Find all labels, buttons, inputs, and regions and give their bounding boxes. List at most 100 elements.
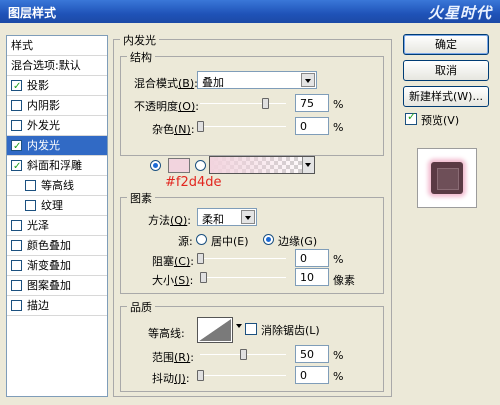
size-input[interactable]: 10 — [295, 268, 329, 286]
style-item-drop-shadow[interactable]: 投影 — [7, 76, 107, 96]
noise-unit: % — [333, 121, 344, 134]
bevel-emboss-checkbox[interactable] — [11, 157, 22, 176]
range-label: 范围(R): — [152, 351, 194, 364]
size-label: 大小(S): — [152, 274, 194, 287]
style-item-label: 描边 — [27, 299, 49, 312]
cancel-button[interactable]: 取消 — [403, 60, 489, 81]
style-item-texture[interactable]: 纹理 — [7, 196, 107, 216]
ok-button[interactable]: 确定 — [403, 34, 489, 55]
contour-label: 等高线: — [148, 327, 185, 340]
source-label: 源: — [178, 235, 193, 248]
style-item-inner-glow[interactable]: 内发光 — [7, 136, 107, 156]
inner-shadow-checkbox[interactable] — [11, 100, 22, 111]
window-title: 图层样式 — [8, 6, 57, 20]
quality-label: 品质 — [127, 299, 155, 315]
new-style-button[interactable]: 新建样式(W)... — [403, 86, 489, 107]
style-item-label: 图案叠加 — [27, 279, 71, 292]
inner-glow-checkbox[interactable] — [11, 137, 22, 156]
style-item-color-overlay[interactable]: 颜色叠加 — [7, 236, 107, 256]
range-slider-thumb[interactable] — [240, 349, 247, 360]
outer-glow-checkbox[interactable] — [11, 120, 22, 131]
style-item-label: 投影 — [27, 79, 49, 92]
contour-checkbox[interactable] — [25, 180, 36, 191]
jitter-slider-track[interactable] — [200, 375, 286, 376]
elements-label: 图素 — [127, 190, 155, 206]
blend-mode-select[interactable]: 叠加 — [197, 71, 317, 89]
jitter-label: 抖动(J): — [152, 372, 190, 385]
opacity-label: 不透明度(O): — [134, 100, 199, 113]
color-overlay-checkbox[interactable] — [11, 240, 22, 251]
jitter-slider-thumb[interactable] — [197, 370, 204, 381]
opacity-slider-thumb[interactable] — [261, 98, 269, 109]
choke-input[interactable]: 0 — [295, 249, 329, 267]
style-item-gradient-overlay[interactable]: 渐变叠加 — [7, 256, 107, 276]
preview-checkbox[interactable] — [405, 110, 417, 125]
style-item-pattern-overlay[interactable]: 图案叠加 — [7, 276, 107, 296]
style-item-contour[interactable]: 等高线 — [7, 176, 107, 196]
style-preview-thumbnail — [417, 148, 477, 208]
style-item-label: 内发光 — [27, 139, 60, 152]
method-label: 方法(Q): — [148, 214, 191, 227]
anti-alias-checkbox[interactable] — [245, 323, 257, 335]
style-item-label: 外发光 — [27, 119, 60, 132]
gradient-radio[interactable] — [195, 160, 206, 171]
style-item-label: 渐变叠加 — [27, 259, 71, 272]
style-item-outer-glow[interactable]: 外发光 — [7, 116, 107, 136]
method-select[interactable]: 柔和 — [197, 208, 257, 226]
noise-slider-track[interactable] — [200, 126, 286, 127]
method-value: 柔和 — [202, 213, 224, 226]
glow-color-swatch[interactable] — [168, 158, 190, 173]
panel-title: 内发光 — [120, 32, 159, 48]
solid-color-radio[interactable] — [150, 160, 161, 171]
contour-curve-icon — [199, 319, 231, 341]
chevron-down-icon — [236, 324, 242, 328]
noise-slider-thumb[interactable] — [197, 121, 204, 132]
style-item-blending-options[interactable]: 混合选项:默认 — [7, 56, 107, 76]
anti-alias-label: 消除锯齿(L) — [261, 324, 320, 337]
pattern-overlay-checkbox[interactable] — [11, 280, 22, 291]
style-item-inner-shadow[interactable]: 内阴影 — [7, 96, 107, 116]
satin-checkbox[interactable] — [11, 220, 22, 231]
style-item-stroke[interactable]: 描边 — [7, 296, 107, 316]
source-edge-radio[interactable] — [263, 234, 274, 245]
stroke-checkbox[interactable] — [11, 300, 22, 311]
style-item-label: 内阴影 — [27, 99, 60, 112]
range-input[interactable]: 50 — [295, 345, 329, 363]
color-hex-annotation: #f2d4de — [165, 175, 222, 190]
style-item-label: 光泽 — [27, 219, 49, 232]
style-item-label: 斜面和浮雕 — [27, 159, 82, 172]
blend-mode-label: 混合模式(B): — [134, 77, 198, 90]
contour-picker[interactable] — [197, 317, 242, 343]
style-item-bevel-emboss[interactable]: 斜面和浮雕 — [7, 156, 107, 176]
drop-shadow-checkbox[interactable] — [11, 77, 22, 96]
title-bar[interactable]: 图层样式 火星时代 — [0, 0, 500, 23]
size-slider-thumb[interactable] — [200, 272, 208, 283]
glow-gradient-picker[interactable] — [209, 156, 315, 174]
texture-checkbox[interactable] — [25, 200, 36, 211]
style-list: 样式 混合选项:默认 投影 内阴影 外发光 内发光 斜面和浮雕 等高线 — [6, 35, 108, 397]
preview-label: 预览(V) — [421, 114, 460, 127]
style-list-header-label: 样式 — [11, 39, 33, 52]
size-slider-track[interactable] — [200, 277, 286, 278]
opacity-input[interactable]: 75 — [295, 94, 329, 112]
opacity-slider-track[interactable] — [200, 103, 286, 104]
dialog-client: 样式 混合选项:默认 投影 内阴影 外发光 内发光 斜面和浮雕 等高线 — [0, 23, 500, 405]
jitter-input[interactable]: 0 — [295, 366, 329, 384]
style-item-label: 等高线 — [41, 179, 74, 192]
choke-slider-track[interactable] — [200, 258, 286, 259]
style-item-label: 混合选项:默认 — [11, 59, 81, 72]
preview-tile — [431, 162, 463, 194]
style-list-header: 样式 — [7, 36, 107, 56]
noise-input[interactable]: 0 — [295, 117, 329, 135]
noise-label: 杂色(N): — [152, 123, 195, 136]
blend-mode-value: 叠加 — [202, 76, 224, 89]
gradient-overlay-checkbox[interactable] — [11, 260, 22, 271]
style-item-label: 纹理 — [41, 199, 63, 212]
structure-label: 结构 — [127, 49, 155, 65]
chevron-down-icon — [241, 210, 255, 224]
source-center-radio[interactable] — [196, 234, 207, 245]
choke-label: 阻塞(C): — [152, 255, 194, 268]
choke-slider-thumb[interactable] — [197, 253, 204, 264]
style-item-label: 颜色叠加 — [27, 239, 71, 252]
style-item-satin[interactable]: 光泽 — [7, 216, 107, 236]
